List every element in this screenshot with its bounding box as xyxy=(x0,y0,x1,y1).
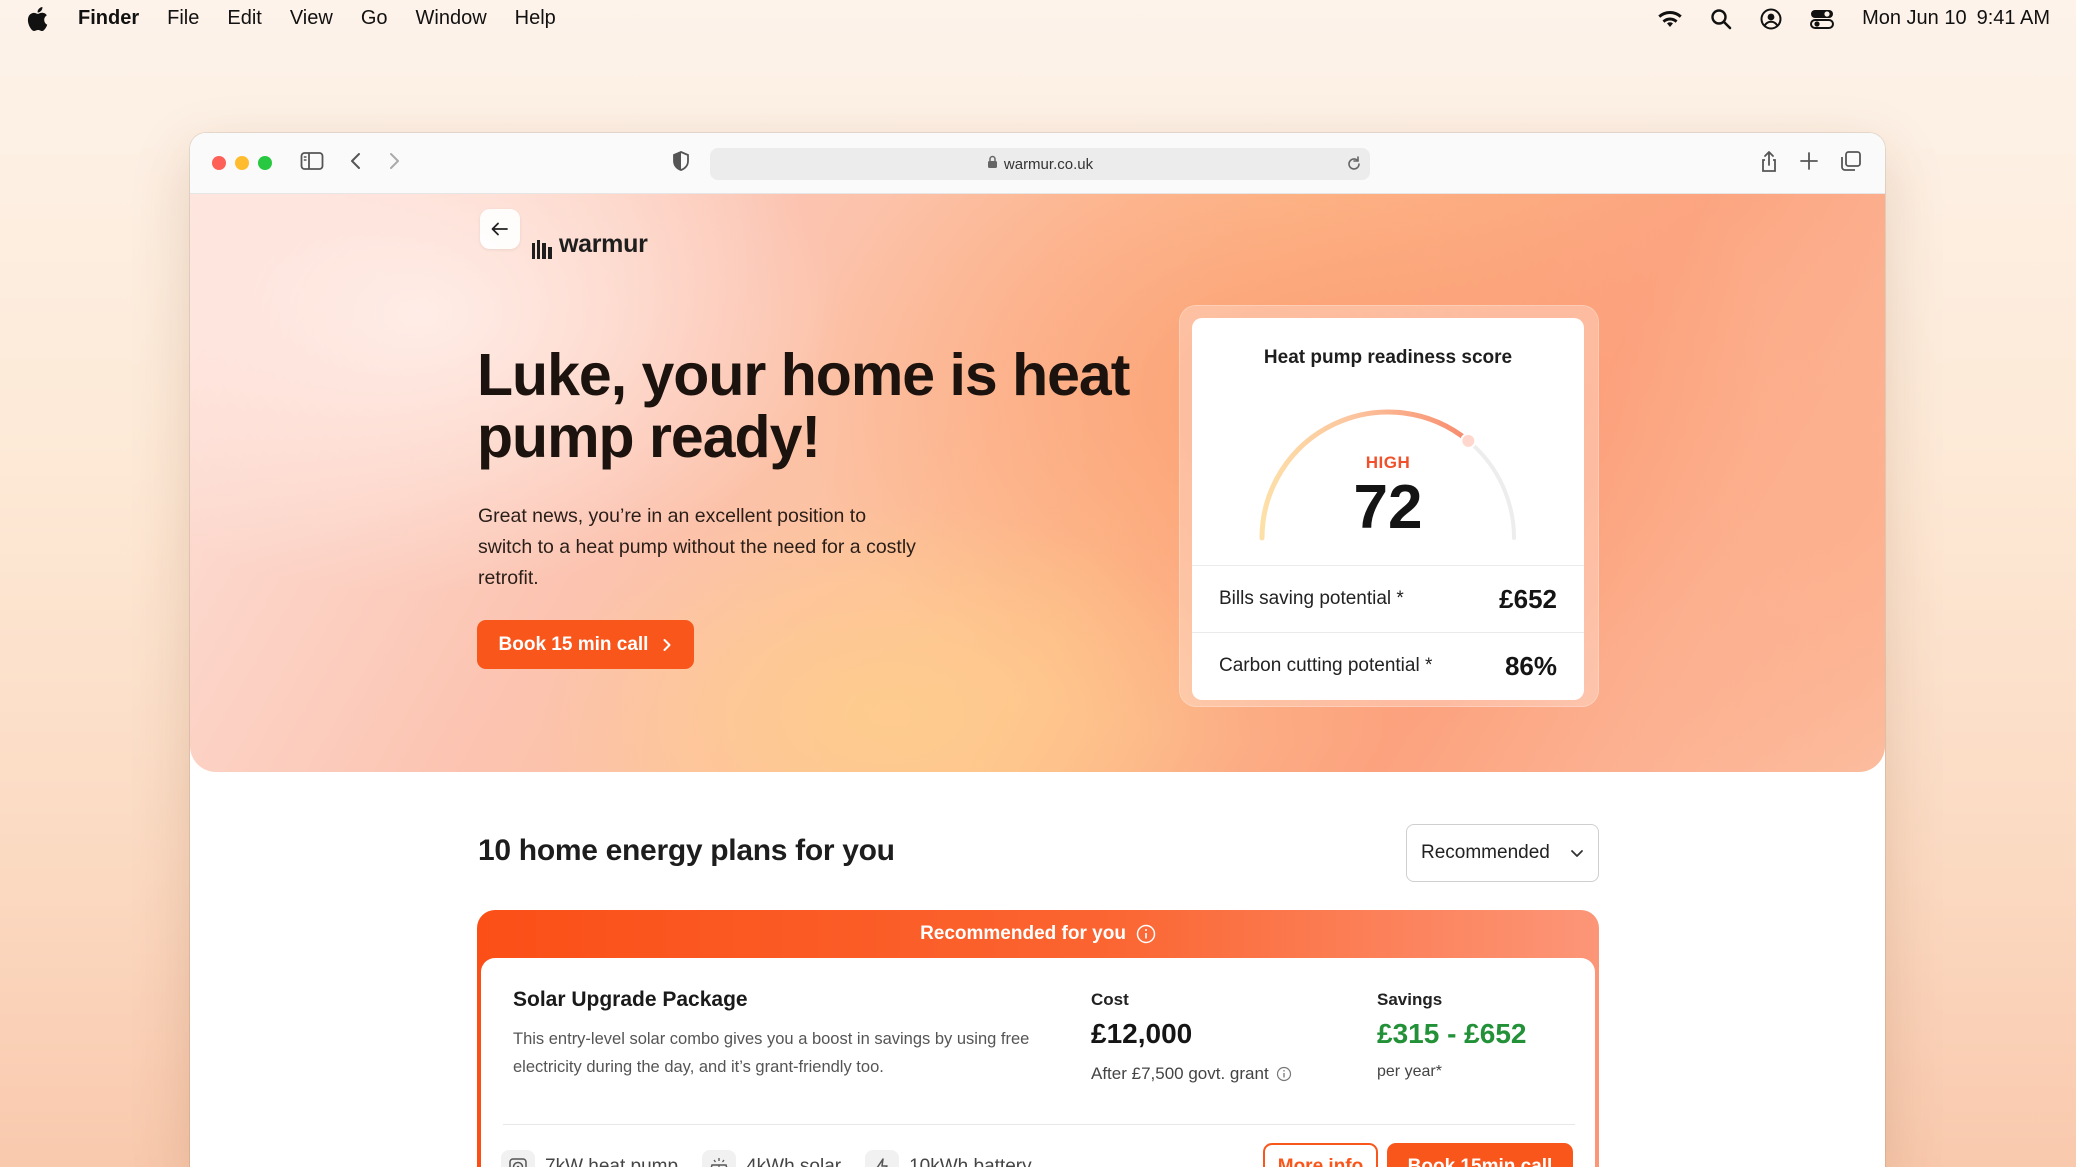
solar-panel-icon xyxy=(702,1150,737,1167)
book-call-label: Book 15 min call xyxy=(498,633,649,655)
clock-time: 9:41 AM xyxy=(1976,7,2050,29)
feature-heat-pump: 7kW heat pump xyxy=(501,1150,678,1167)
menu-app-name[interactable]: Finder xyxy=(78,7,139,30)
feature-battery: 10kWh battery xyxy=(865,1150,1032,1167)
logo-text: warmur xyxy=(559,230,648,258)
browser-window: warmur.co.uk warmur Luke, your home is h… xyxy=(190,133,1885,1167)
book-call-button[interactable]: Book 15 min call xyxy=(477,620,694,669)
bills-saving-row: Bills saving potential * £652 xyxy=(1192,565,1584,632)
recommended-banner: Recommended for you xyxy=(477,910,1599,958)
share-icon[interactable] xyxy=(1759,150,1779,179)
hero-section: warmur Luke, your home is heat pump read… xyxy=(190,194,1885,772)
plan-features: 7kW heat pump 4kWh solar 10kWh battery xyxy=(501,1150,1032,1167)
menu-clock[interactable]: Mon Jun 10 9:41 AM xyxy=(1862,7,2050,30)
more-info-button[interactable]: More info xyxy=(1263,1143,1378,1167)
cost-note: After £7,500 govt. grant xyxy=(1091,1064,1292,1084)
chevron-down-icon xyxy=(1571,850,1583,857)
plan-card: Recommended for you Solar Upgrade Packag… xyxy=(477,910,1599,1167)
sort-selected-value: Recommended xyxy=(1421,842,1550,863)
menu-view[interactable]: View xyxy=(290,7,333,30)
plan-card-body: Solar Upgrade Package This entry-level s… xyxy=(481,958,1595,1167)
heat-pump-icon xyxy=(501,1150,535,1167)
new-tab-icon[interactable] xyxy=(1799,150,1819,177)
privacy-shield-icon[interactable] xyxy=(671,150,691,177)
cost-value: £12,000 xyxy=(1091,1018,1193,1049)
plan-name: Solar Upgrade Package xyxy=(513,988,748,1011)
back-nav-icon[interactable] xyxy=(346,150,366,177)
lock-icon xyxy=(987,155,998,173)
wifi-icon[interactable] xyxy=(1658,10,1682,28)
feature-heat-pump-label: 7kW heat pump xyxy=(545,1156,679,1167)
sort-dropdown[interactable]: Recommended xyxy=(1406,824,1599,882)
address-bar[interactable]: warmur.co.uk xyxy=(710,148,1370,180)
feature-solar: 4kWh solar xyxy=(702,1150,841,1167)
user-account-icon[interactable] xyxy=(1760,8,1782,30)
minimize-window-button[interactable] xyxy=(235,156,249,170)
info-icon[interactable] xyxy=(1136,924,1156,944)
bills-saving-value: £652 xyxy=(1499,583,1557,614)
chevron-right-icon xyxy=(663,638,671,651)
tab-overview-icon[interactable] xyxy=(1840,150,1862,177)
book-15min-call-button[interactable]: Book 15min call xyxy=(1387,1143,1573,1167)
menu-edit[interactable]: Edit xyxy=(227,7,261,30)
carbon-cutting-label: Carbon cutting potential * xyxy=(1219,655,1433,676)
feature-battery-label: 10kWh battery xyxy=(909,1156,1032,1167)
carbon-cutting-row: Carbon cutting potential * 86% xyxy=(1192,632,1584,699)
clock-date: Mon Jun 10 xyxy=(1862,7,1967,29)
apple-icon[interactable] xyxy=(26,5,54,33)
score-title: Heat pump readiness score xyxy=(1263,347,1513,368)
cost-label: Cost xyxy=(1091,990,1129,1009)
browser-toolbar: warmur.co.uk xyxy=(190,133,1885,194)
hero-title: Luke, your home is heat pump ready! xyxy=(477,342,1130,470)
url-text: warmur.co.uk xyxy=(1003,155,1094,173)
feature-solar-label: 4kWh solar xyxy=(746,1156,842,1167)
zoom-window-button[interactable] xyxy=(258,156,272,170)
plans-heading: 10 home energy plans for you xyxy=(478,834,895,867)
back-button[interactable] xyxy=(480,209,520,249)
bills-saving-label: Bills saving potential * xyxy=(1219,588,1404,609)
savings-value: £315 - £652 xyxy=(1377,1018,1527,1049)
savings-note: per year* xyxy=(1377,1063,1442,1080)
savings-label: Savings xyxy=(1377,990,1443,1009)
forward-nav-icon[interactable] xyxy=(384,150,404,177)
arrow-left-icon xyxy=(491,222,508,236)
gauge-knob xyxy=(1460,432,1477,449)
hero-subtitle: Great news, you’re in an excellent posit… xyxy=(478,505,916,589)
menu-help[interactable]: Help xyxy=(515,7,556,30)
sidebar-toggle-icon[interactable] xyxy=(300,150,324,177)
readiness-score-card: Heat pump readiness score HIGH 72 Bills … xyxy=(1192,318,1584,700)
menu-go[interactable]: Go xyxy=(361,7,388,30)
warmur-logo-icon xyxy=(532,240,552,259)
close-window-button[interactable] xyxy=(212,156,226,170)
cost-note-text: After £7,500 govt. grant xyxy=(1091,1064,1269,1083)
carbon-cutting-value: 86% xyxy=(1504,650,1557,681)
menu-bar: Finder File Edit View Go Window Help Mon… xyxy=(0,0,2076,37)
menu-file[interactable]: File xyxy=(167,7,199,30)
brand-logo[interactable]: warmur xyxy=(531,230,648,259)
plan-divider xyxy=(503,1124,1575,1125)
battery-icon xyxy=(865,1150,900,1167)
score-value: 72 xyxy=(1353,473,1423,542)
readiness-score-panel: Heat pump readiness score HIGH 72 Bills … xyxy=(1180,306,1598,706)
menu-window[interactable]: Window xyxy=(416,7,487,30)
plan-description: This entry-level solar combo gives you a… xyxy=(513,1030,1030,1076)
spotlight-search-icon[interactable] xyxy=(1710,8,1732,30)
window-controls xyxy=(212,156,272,170)
score-level: HIGH xyxy=(1365,453,1411,472)
reload-icon[interactable] xyxy=(1346,155,1362,177)
recommended-banner-label: Recommended for you xyxy=(920,923,1126,944)
grant-info-icon[interactable] xyxy=(1276,1066,1292,1082)
control-center-icon[interactable] xyxy=(1810,9,1835,29)
